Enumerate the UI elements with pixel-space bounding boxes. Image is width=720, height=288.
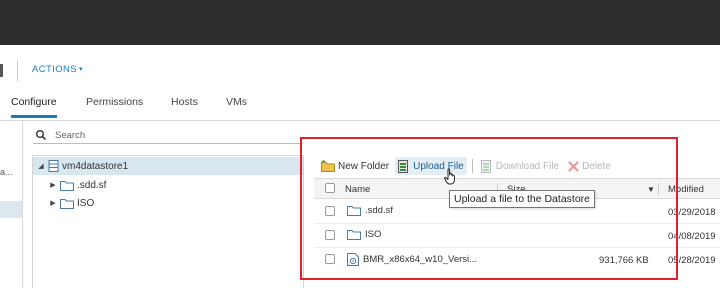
column-header-modified[interactable]: Modified <box>668 184 704 195</box>
search-box <box>33 128 303 144</box>
chevron-down-icon: ▾ <box>79 66 83 73</box>
delete-icon <box>568 160 579 172</box>
row-modified: 03/29/2018 <box>668 207 716 218</box>
row-modified: 05/28/2019 <box>668 255 716 266</box>
app-header-bar <box>0 0 720 45</box>
search-input[interactable] <box>55 128 295 143</box>
nav-item-selected[interactable] <box>0 201 22 218</box>
tree-item-label: vm4datastore1 <box>62 160 129 172</box>
column-header-name[interactable]: Name <box>345 184 370 195</box>
download-file-button[interactable]: Download File <box>478 157 562 175</box>
row-checkbox[interactable] <box>325 254 335 264</box>
tab-configure[interactable]: Configure <box>11 96 57 118</box>
caret-right-icon[interactable]: ▶ <box>48 199 58 207</box>
caret-down-icon[interactable]: ◢ <box>36 162 46 170</box>
tab-vms[interactable]: VMs <box>226 96 247 108</box>
select-all-checkbox[interactable] <box>325 183 335 193</box>
upload-tooltip: Upload a file to the Datastore <box>449 190 595 208</box>
row-name-cell: ISO <box>347 229 381 240</box>
nav-item-truncated[interactable]: a... <box>0 167 13 177</box>
actions-menu-button[interactable]: ACTIONS ▾ <box>32 64 83 75</box>
folder-icon <box>60 180 74 191</box>
table-row[interactable]: BMR_x86x64_w10_Versi... 931,766 KB 05/28… <box>314 248 720 272</box>
tab-hosts[interactable]: Hosts <box>171 96 198 108</box>
tree-item-sdd-sf[interactable]: ▶ .sdd.sf <box>33 176 303 194</box>
folder-icon <box>347 229 361 240</box>
tab-permissions[interactable]: Permissions <box>86 96 143 108</box>
row-name-cell: BMR_x86x64_w10_Versi... <box>347 253 477 266</box>
filter-icon[interactable]: ▼ <box>647 185 655 194</box>
object-title-edge <box>0 64 3 77</box>
row-modified: 04/08/2019 <box>668 231 716 242</box>
tree-item-label: .sdd.sf <box>77 179 107 191</box>
folder-icon <box>347 205 361 216</box>
download-file-label: Download File <box>495 160 560 172</box>
row-name[interactable]: BMR_x86x64_w10_Versi... <box>363 254 477 265</box>
new-folder-button[interactable]: New Folder <box>318 157 392 175</box>
tree-item-label: ISO <box>77 197 95 209</box>
caret-right-icon[interactable]: ▶ <box>48 181 58 189</box>
file-icon <box>347 253 359 266</box>
folder-icon <box>60 198 74 209</box>
row-size: 931,766 KB <box>599 255 649 266</box>
row-name[interactable]: .sdd.sf <box>365 205 393 216</box>
tree-item-vm4datastore1[interactable]: ◢ vm4datastore1 <box>33 157 303 175</box>
new-folder-icon <box>321 160 335 172</box>
download-file-icon <box>480 159 493 173</box>
new-folder-label: New Folder <box>338 160 390 172</box>
row-checkbox[interactable] <box>325 230 335 240</box>
row-name-cell: .sdd.sf <box>347 205 393 216</box>
table-row[interactable]: ISO 04/08/2019 <box>314 224 720 248</box>
nav-pane-divider <box>22 121 23 288</box>
tree-item-iso[interactable]: ▶ ISO <box>33 194 303 212</box>
delete-button[interactable]: Delete <box>565 157 614 175</box>
delete-label: Delete <box>582 160 612 172</box>
hand-pointer-icon <box>444 168 457 188</box>
column-divider[interactable] <box>658 183 659 195</box>
tab-bar-divider <box>0 120 720 121</box>
row-name[interactable]: ISO <box>365 229 381 240</box>
datastore-icon <box>48 160 59 172</box>
toolbar-divider <box>471 159 473 173</box>
upload-file-icon <box>398 159 410 173</box>
file-toolbar: New Folder Upload File Download File Del… <box>318 157 617 175</box>
search-icon <box>35 129 47 141</box>
datastore-tree: ◢ vm4datastore1 ▶ .sdd.sf ▶ ISO <box>32 155 304 288</box>
actions-label: ACTIONS <box>32 64 78 75</box>
row-checkbox[interactable] <box>325 206 335 216</box>
header-divider <box>17 60 18 82</box>
